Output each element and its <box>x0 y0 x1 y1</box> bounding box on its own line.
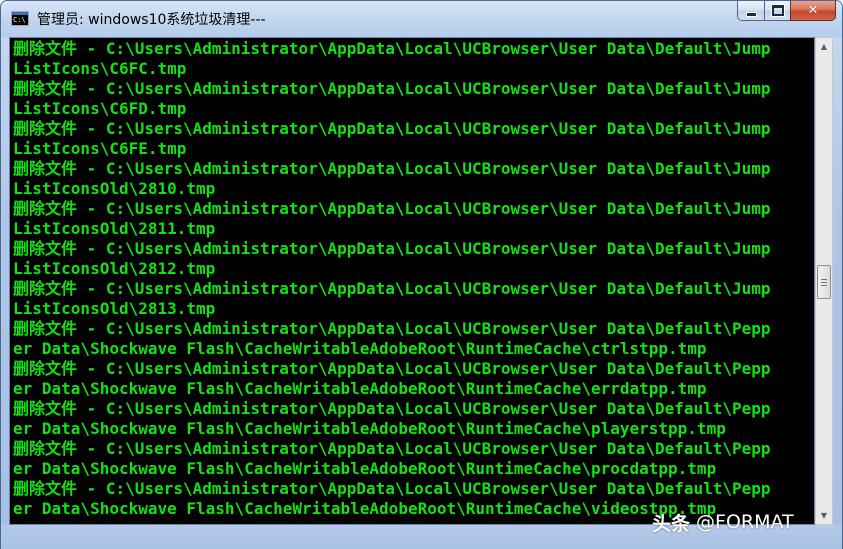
scroll-down-button[interactable]: ▼ <box>816 507 832 524</box>
console-lines: 删除文件 - C:\Users\Administrator\AppData\Lo… <box>13 39 813 519</box>
console-line: 删除文件 - C:\Users\Administrator\AppData\Lo… <box>13 479 771 498</box>
caption-buttons: ✕ <box>737 1 836 23</box>
close-button[interactable]: ✕ <box>790 1 836 21</box>
console-line: 删除文件 - C:\Users\Administrator\AppData\Lo… <box>13 239 771 258</box>
watermark-text: @FORMAT <box>696 511 794 533</box>
close-icon: ✕ <box>807 2 819 18</box>
console-line: er Data\Shockwave Flash\CacheWritableAdo… <box>13 459 717 478</box>
console-line: ListIconsOld\2813.tmp <box>13 299 216 318</box>
maximize-icon <box>770 4 785 17</box>
cmd-icon-bar <box>12 12 28 15</box>
console-line: 删除文件 - C:\Users\Administrator\AppData\Lo… <box>13 159 771 178</box>
cmd-icon-prompt: C:\ <box>13 16 26 24</box>
maximize-button[interactable] <box>764 1 790 21</box>
console-line: er Data\Shockwave Flash\CacheWritableAdo… <box>13 419 726 438</box>
scroll-thumb[interactable] <box>817 265 831 299</box>
thumb-grip-icon <box>821 282 827 283</box>
console-line: er Data\Shockwave Flash\CacheWritableAdo… <box>13 379 707 398</box>
console-line: ListIcons\C6FE.tmp <box>13 139 187 158</box>
title-bar[interactable]: C:\ 管理员: windows10系统垃圾清理--- ✕ <box>1 1 842 37</box>
console-line: 删除文件 - C:\Users\Administrator\AppData\Lo… <box>13 199 771 218</box>
console-line: er Data\Shockwave Flash\CacheWritableAdo… <box>13 339 707 358</box>
console-line: 删除文件 - C:\Users\Administrator\AppData\Lo… <box>13 399 771 418</box>
console-line: 删除文件 - C:\Users\Administrator\AppData\Lo… <box>13 359 771 378</box>
console-line: 删除文件 - C:\Users\Administrator\AppData\Lo… <box>13 39 771 58</box>
console-line: ListIconsOld\2810.tmp <box>13 179 216 198</box>
arrow-down-icon: ▼ <box>820 511 828 520</box>
watermark-logo: 头条 <box>652 512 691 535</box>
console-output[interactable]: 删除文件 - C:\Users\Administrator\AppData\Lo… <box>9 37 815 525</box>
console-line: 删除文件 - C:\Users\Administrator\AppData\Lo… <box>13 119 771 138</box>
console-window: C:\ 管理员: windows10系统垃圾清理--- ✕ 删除文件 - C:\… <box>0 0 843 549</box>
arrow-up-icon: ▲ <box>820 42 828 51</box>
thumb-grip-icon <box>821 279 827 280</box>
minimize-icon <box>745 11 757 17</box>
scroll-up-button[interactable]: ▲ <box>816 38 832 55</box>
vertical-scrollbar[interactable]: ▲ ▼ <box>815 37 833 525</box>
console-line: ListIconsOld\2812.tmp <box>13 259 216 278</box>
console-line: 删除文件 - C:\Users\Administrator\AppData\Lo… <box>13 319 771 338</box>
cmd-icon[interactable]: C:\ <box>11 11 29 26</box>
console-line: ListIcons\C6FC.tmp <box>13 59 187 78</box>
window-title: 管理员: windows10系统垃圾清理--- <box>37 12 266 28</box>
thumb-grip-icon <box>821 285 827 286</box>
console-line: 删除文件 - C:\Users\Administrator\AppData\Lo… <box>13 279 771 298</box>
console-line: 删除文件 - C:\Users\Administrator\AppData\Lo… <box>13 79 771 98</box>
watermark: 头条 @FORMAT <box>652 508 794 536</box>
console-line: 删除文件 - C:\Users\Administrator\AppData\Lo… <box>13 439 771 458</box>
console-line: ListIconsOld\2811.tmp <box>13 219 216 238</box>
minimize-button[interactable] <box>737 1 764 21</box>
console-line: ListIcons\C6FD.tmp <box>13 99 187 118</box>
